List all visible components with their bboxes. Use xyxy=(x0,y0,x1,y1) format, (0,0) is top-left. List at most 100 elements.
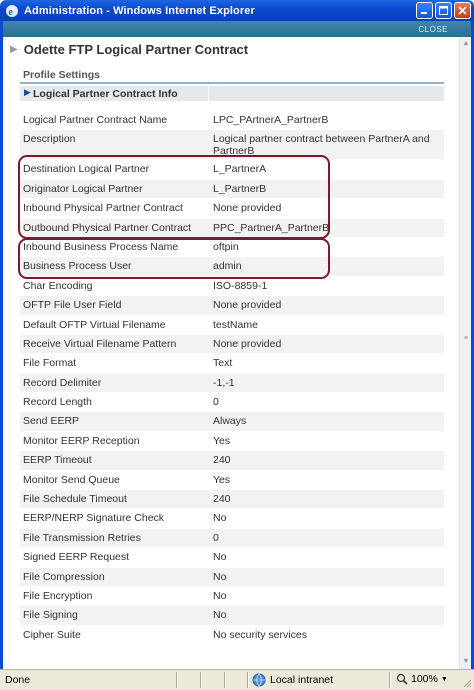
row-value: 0 xyxy=(213,531,219,544)
row-value: testName xyxy=(213,318,258,331)
table-row: Business Process User admin xyxy=(20,257,444,277)
row-value: None provided xyxy=(213,202,282,215)
row-label: File Signing xyxy=(23,609,78,622)
row-value: L_PartnerB xyxy=(213,182,267,195)
table-row: File Encryption No xyxy=(20,587,444,607)
row-label: Logical Partner Contract Name xyxy=(23,114,168,126)
close-link[interactable]: CLOSE xyxy=(418,25,448,34)
security-zone[interactable]: Local intranet xyxy=(252,673,333,687)
row-value: Logical partner contract between Partner… xyxy=(213,133,430,158)
table-row: File Compression No xyxy=(20,567,444,587)
status-bar: Done Local intranet 100% ▼ xyxy=(0,669,474,690)
table-row: Default OFTP Virtual Filename testName xyxy=(20,316,444,335)
table-row: Description Logical partner contract betw… xyxy=(20,130,444,161)
row-value: PPC_PartnerA_PartnerB xyxy=(213,221,330,234)
row-label: File Transmission Retries xyxy=(23,531,141,544)
minimize-icon xyxy=(421,12,427,14)
zoom-icon xyxy=(396,673,408,685)
zone-label: Local intranet xyxy=(270,674,334,686)
row-label: Outbound Physical Partner Contract xyxy=(23,221,192,234)
row-value: Yes xyxy=(213,473,231,486)
status-separator xyxy=(176,672,178,688)
row-label: Destination Logical Partner xyxy=(23,163,150,176)
row-value: Text xyxy=(213,357,233,370)
table-row: File Format Text xyxy=(20,354,444,374)
row-label: Originator Logical Partner xyxy=(23,182,143,195)
row-label: Send EERP xyxy=(23,415,80,428)
table-row: Cipher Suite No security services xyxy=(20,626,444,646)
row-label: EERP Timeout xyxy=(23,454,92,467)
table-row: Originator Logical Partner L_PartnerB xyxy=(20,179,444,200)
table-row: Destination Logical Partner L_PartnerA xyxy=(20,160,444,180)
row-value: 0 xyxy=(213,396,219,409)
scroll-down-icon[interactable]: ▼ xyxy=(461,657,471,667)
table-row: EERP Timeout 240 xyxy=(20,451,444,471)
row-label: Inbound Business Process Name xyxy=(23,240,179,253)
table-row: Record Length 0 xyxy=(20,393,444,413)
subsection-title: Logical Partner Contract Info xyxy=(33,88,178,100)
table-row: Char Encoding ISO-8859-1 xyxy=(20,277,444,297)
status-separator xyxy=(389,672,391,688)
row-value: 240 xyxy=(213,454,231,467)
table-row: Logical Partner Contract Name LPC_PArtner… xyxy=(20,111,444,131)
row-value: No xyxy=(213,512,227,525)
row-value: None provided xyxy=(213,337,282,350)
section-divider xyxy=(20,82,444,84)
row-label: Record Length xyxy=(23,396,92,409)
close-icon xyxy=(458,6,467,15)
row-label: Inbound Physical Partner Contract xyxy=(23,202,183,215)
maximize-button[interactable] xyxy=(435,2,452,19)
window-title: Administration - Windows Internet Explor… xyxy=(24,4,255,17)
arrow-right-icon: ▶ xyxy=(24,87,31,97)
row-label: File Compression xyxy=(23,570,105,583)
subsection-header: ▶ Logical Partner Contract Info xyxy=(20,86,444,101)
row-value: No xyxy=(213,570,227,583)
page-title: Odette FTP Logical Partner Contract xyxy=(23,42,249,57)
section-title: Profile Settings xyxy=(23,69,101,81)
page-header: ▶ Odette FTP Logical Partner Contract xyxy=(10,42,248,57)
chevron-down-icon[interactable]: ▼ xyxy=(441,676,448,683)
minimize-button[interactable] xyxy=(416,2,433,19)
row-value: -1,-1 xyxy=(213,376,235,389)
table-row: File Signing No xyxy=(20,606,444,626)
row-label: Char Encoding xyxy=(23,279,93,292)
ie-icon: e xyxy=(6,4,18,18)
settings-table: Logical Partner Contract Name LPC_PArtner… xyxy=(20,111,444,646)
svg-text:e: e xyxy=(9,7,14,18)
status-separator xyxy=(200,672,202,688)
row-label: Description xyxy=(23,133,76,146)
status-text: Done xyxy=(5,674,31,686)
row-label: Default OFTP Virtual Filename xyxy=(23,318,166,331)
close-button[interactable] xyxy=(454,2,471,19)
window-titlebar[interactable]: e Administration - Windows Internet Expl… xyxy=(0,0,474,21)
row-value: LPC_PArtnerA_PartnerB xyxy=(213,114,329,126)
row-label: File Format xyxy=(23,357,77,370)
row-value: oftpin xyxy=(213,240,239,253)
caret-right-icon: ▶ xyxy=(10,44,18,55)
row-label: Business Process User xyxy=(23,260,132,273)
row-value: No xyxy=(213,609,227,622)
table-row: Monitor Send Queue Yes xyxy=(20,471,444,491)
row-label: Cipher Suite xyxy=(23,628,81,641)
status-separator xyxy=(224,672,226,688)
status-separator xyxy=(247,672,249,688)
zoom-control[interactable]: 100% ▼ xyxy=(396,673,448,685)
scroll-up-icon[interactable]: ▲ xyxy=(461,39,471,49)
row-label: File Schedule Timeout xyxy=(23,493,127,506)
table-row: Inbound Physical Partner Contract None pr… xyxy=(20,199,444,219)
row-value: No xyxy=(213,589,227,602)
table-row: OFTP File User Field None provided xyxy=(20,296,444,316)
table-row: EERP/NERP Signature Check No xyxy=(20,509,444,529)
table-row: File Schedule Timeout 240 xyxy=(20,490,444,510)
table-row: Record Delimiter -1,-1 xyxy=(20,373,444,394)
scroll-grip-icon: ≡ xyxy=(463,335,469,342)
row-label: Monitor EERP Reception xyxy=(23,434,140,447)
resize-grip-icon[interactable] xyxy=(462,678,472,688)
row-label: Record Delimiter xyxy=(23,376,102,389)
table-row: File Transmission Retries 0 xyxy=(20,528,444,549)
zoom-level: 100% xyxy=(411,673,438,685)
row-value: No security services xyxy=(213,628,307,641)
row-value: ISO-8859-1 xyxy=(213,279,268,292)
vertical-scrollbar[interactable]: ▲ ≡ ▼ xyxy=(459,37,471,669)
row-label: EERP/NERP Signature Check xyxy=(23,512,165,525)
